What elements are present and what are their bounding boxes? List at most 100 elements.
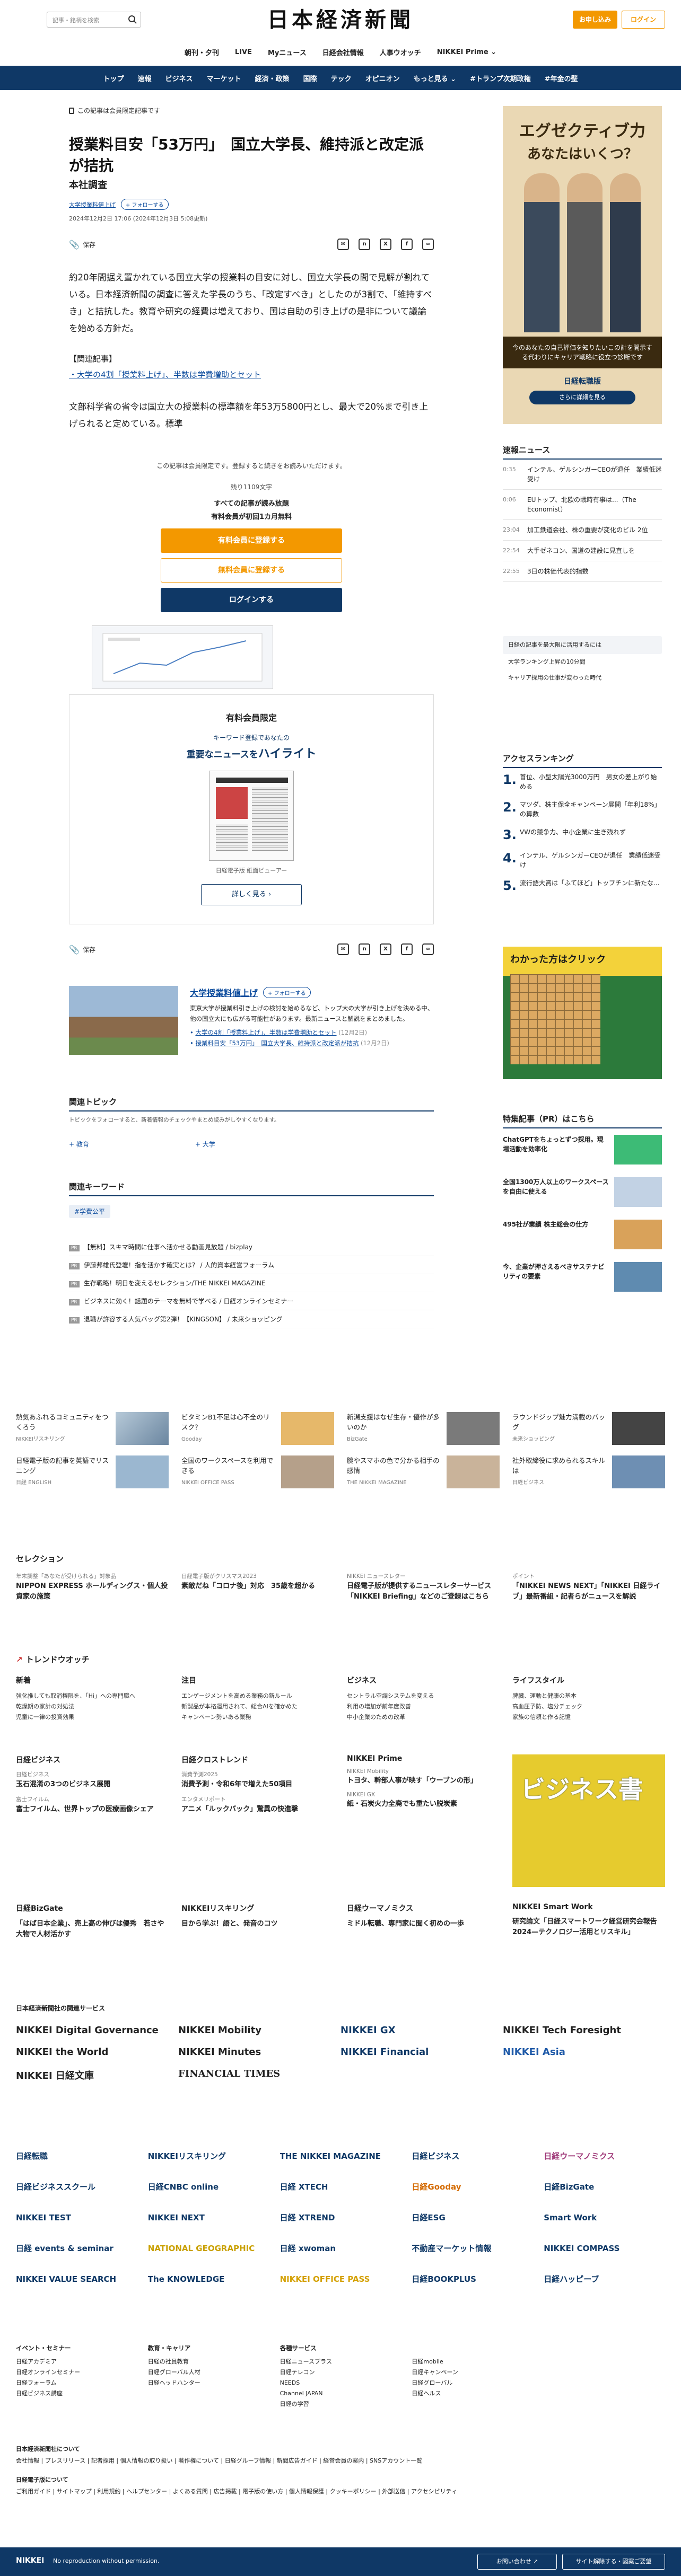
brand-logo[interactable]: 日経BizGate (544, 2177, 665, 2196)
nav-item[interactable]: 国際 (303, 73, 317, 83)
ad-link[interactable]: PR 【無料】スキマ時間に仕事へ活かせる動画見放題 / bizplay (69, 1238, 434, 1256)
nav-item[interactable]: オピニオン (365, 73, 400, 83)
login-button[interactable]: ログイン (622, 11, 665, 29)
paywall-login-button[interactable]: ログインする (161, 588, 342, 612)
trend-link[interactable]: 新製品が本格運用されて、総合AIを確かめた (181, 1701, 334, 1712)
nav-item[interactable]: トップ (103, 73, 124, 83)
promo-item[interactable]: 腕やスマホの色で分かる相手の感情 THE NIKKEI MAGAZINE (347, 1455, 500, 1488)
follow-button[interactable]: + フォローする (121, 199, 169, 210)
service-logo[interactable]: NIKKEI 日経文庫 (16, 2068, 178, 2082)
nav-item[interactable]: 経済・政策 (255, 73, 290, 83)
trend-link[interactable]: 強化推しても取消権限を、「Hi」への専門職へ (16, 1691, 169, 1701)
ad-link[interactable]: PR 退職が許容する人気バッグ第2弾！【KINGSON】 / 未来ショッピング (69, 1310, 434, 1328)
save-icon[interactable]: 📎 (69, 945, 80, 955)
media-link[interactable]: 研究論文「日経スマートワーク経営研究会報告2024—テクノロジー活用とリスキル」 (512, 1917, 665, 1938)
selection-item[interactable]: ポイント 「NIKKEI NEWS NEXT」「NIKKEI 日経ライブ」最新番組… (512, 1572, 665, 1608)
news-row[interactable]: 22:55 3日の株価代表的指数 (503, 561, 662, 582)
pr-item[interactable]: 全国1300万人以上のワークスペースを自由に使える (503, 1171, 662, 1213)
ad-cta-button[interactable]: さらに詳細を見る (529, 391, 635, 404)
trend-link[interactable]: セントラル空調システムを変える (347, 1691, 500, 1701)
legal-link-row[interactable]: ご利用ガイド | サイトマップ | 利用規約 | ヘルプセンター | よくある質… (16, 2486, 665, 2498)
selection-item[interactable]: 日経電子版がクリスマス2023 素敵だね「コロナ後」対応 35歳を超かる (181, 1572, 334, 1608)
media-link[interactable]: アニメ「ルックバック」驚異の快進撃 (181, 1804, 334, 1815)
brand-logo[interactable]: NIKKEI COMPASS (544, 2239, 665, 2258)
feedback-button[interactable]: サイト解除する・図案ご要望 (562, 2554, 665, 2570)
subnav-item[interactable]: LIVE (235, 48, 252, 56)
subnav-item[interactable]: 朝刊・夕刊 (185, 47, 219, 57)
service-logo[interactable]: NIKKEI Financial (340, 2046, 503, 2058)
news-row[interactable]: 22:54 大手ゼネコン、国道の建設に見直しを (503, 541, 662, 561)
topic-link[interactable]: 大学授業料値上げ (69, 200, 116, 209)
subscribe-button[interactable]: お申し込み (573, 11, 617, 29)
promo-item[interactable]: 新潟支援はなぜ生存・優作が多いのか BizGate (347, 1412, 500, 1445)
service-logo[interactable]: NIKKEI Mobility (178, 2025, 340, 2036)
ad-link[interactable]: PR 生存戦略！明日を変えるセレクション/THE NIKKEI MAGAZINE (69, 1274, 434, 1292)
brand-logo[interactable]: 日経転職 (16, 2147, 137, 2166)
sidebar-link[interactable]: キャリア採用の仕事が変わった時代 (503, 670, 662, 686)
trend-link[interactable]: キャンペーン勢いある業務 (181, 1712, 334, 1723)
ranking-item[interactable]: 1. 首位、小型太陽光3000万円 男女の差上がり始める (503, 768, 662, 796)
footer-link[interactable]: 日経ビジネス講座 (16, 2388, 137, 2399)
subnav-item[interactable]: 日経会社情報 (322, 47, 364, 57)
ad-link[interactable]: PR ビジネスに効く！話題のテーマを無料で学べる / 日経オンラインセミナー (69, 1292, 434, 1310)
pr-item[interactable]: 495社が業績 株主総会の仕方 (503, 1213, 662, 1256)
promo-item[interactable]: 社外取締役に求められるスキルは 日経ビジネス (512, 1455, 665, 1488)
footer-link[interactable]: 日経グローバル人材 (148, 2367, 269, 2378)
media-link[interactable]: 紙・石炭火力全廃でも重たい脱炭素 (347, 1799, 500, 1810)
brand-logo[interactable]: 日経BOOKPLUS (412, 2270, 533, 2289)
brand-logo[interactable]: Smart Work (544, 2208, 665, 2227)
service-logo[interactable]: NIKKEI the World (16, 2046, 178, 2058)
save-label[interactable]: 保存 (83, 240, 95, 249)
news-row[interactable]: 0:06 EUトップ、北欧の戦時有事は...（The Economist） (503, 490, 662, 520)
mail-icon[interactable]: ✉ (337, 943, 349, 955)
ad-link[interactable]: PR 伊藤邦雄氏登壇！指を活かす確実とは？ / 人的資本経営フォーラム (69, 1256, 434, 1274)
media-link[interactable]: 富士フイルム、世界トップの医療画像シェア (16, 1804, 169, 1815)
mail-icon[interactable]: ✉ (337, 239, 349, 250)
site-logo[interactable]: 日本経済新聞 (249, 7, 432, 33)
media-link[interactable]: 玉石混淆の3つのビジネス展開 (16, 1779, 169, 1790)
trend-link[interactable]: 児童に一律の投資効果 (16, 1712, 169, 1723)
media-link[interactable]: ミドル転職、専門家に聞く初めの一歩 (347, 1919, 500, 1929)
brand-logo[interactable]: 日経 xwoman (280, 2239, 401, 2258)
media-link[interactable]: 消費予測・令和6年で増えた50項目 (181, 1779, 334, 1790)
promo-item[interactable]: 日経電子版の記事を英語でリスニング 日経 ENGLISH (16, 1455, 169, 1488)
nav-hashtag[interactable]: #年金の壁 (545, 73, 578, 83)
footer-link[interactable]: 日経ニュースプラス (280, 2357, 401, 2367)
sidebar-ad[interactable]: エグゼクティブ力 あなたはいくつ？ 今のあなたの自己評価を知りたいこの計を開示す… (503, 106, 662, 424)
related-link[interactable]: ・大学の4割「授業料上げ」、半数は学費増助とセット (69, 367, 434, 383)
nav-item[interactable]: マーケット (207, 73, 241, 83)
brand-logo[interactable]: 日経 XTREND (280, 2208, 401, 2227)
link-icon[interactable]: ∞ (422, 943, 434, 955)
note-icon[interactable]: n (359, 943, 370, 955)
brand-logo[interactable]: 不動産マーケット情報 (412, 2239, 533, 2258)
news-row[interactable]: 23:04 加工鉄道会社、株の重要が変化のビル 2位 (503, 520, 662, 541)
trend-link[interactable]: 家族の信頼と作る記憶 (512, 1712, 665, 1723)
series-follow-button[interactable]: + フォローする (263, 986, 311, 998)
free-register-button[interactable]: 無料会員に登録する (161, 558, 342, 583)
trend-link[interactable]: 中小企業のための改革 (347, 1712, 500, 1723)
media-link[interactable]: 目から学ぶ！語と、発音のコツ (181, 1919, 334, 1929)
footer-link[interactable]: 日経の社員教育 (148, 2357, 269, 2367)
ranking-item[interactable]: 2. マツダ、株主保全キャンペーン展開「年利18%」の算数 (503, 796, 662, 823)
brand-logo[interactable]: 日経 events & seminar (16, 2239, 137, 2258)
trend-link[interactable]: エンゲージメントを高める業務の新ルール (181, 1691, 334, 1701)
brand-logo[interactable]: NIKKEI VALUE SEARCH (16, 2270, 137, 2289)
book-ad[interactable]: ビジネス書 (512, 1754, 665, 1887)
ranking-item[interactable]: 3. VWの競争力、中小企業に生き残れず (503, 823, 662, 846)
promo-item[interactable]: 全国のワークスペースを利用できる NIKKEI OFFICE PASS (181, 1455, 334, 1488)
brand-logo[interactable]: NIKKEI OFFICE PASS (280, 2270, 401, 2289)
footer-link[interactable]: Channel JAPAN (280, 2388, 401, 2399)
footer-link[interactable]: 日経mobile (412, 2357, 533, 2367)
promo-item[interactable]: 熱気あふれるコミュニティをつくろう NIKKEIリスキリング (16, 1412, 169, 1445)
keyword-tag[interactable]: #学費公平 (69, 1205, 111, 1218)
nav-item[interactable]: テック (331, 73, 352, 83)
brand-logo[interactable]: 日経ウーマノミクス (544, 2147, 665, 2166)
highlight-more-button[interactable]: 詳しく見る › (201, 884, 302, 905)
pr-item[interactable]: ChatGPTをちょっとずつ採用。現場活動を効率化 (503, 1128, 662, 1171)
service-logo[interactable]: NIKKEI GX (340, 2025, 503, 2036)
facebook-icon[interactable]: f (401, 239, 413, 250)
nav-item[interactable]: ビジネス (165, 73, 193, 83)
footer-link[interactable]: 日経グローバル (412, 2378, 533, 2388)
brand-logo[interactable]: 日経Gooday (412, 2177, 533, 2196)
media-link[interactable]: 「はば日本企業」、売上高の伸びは優秀 若さや大物で人材活かす (16, 1919, 169, 1940)
